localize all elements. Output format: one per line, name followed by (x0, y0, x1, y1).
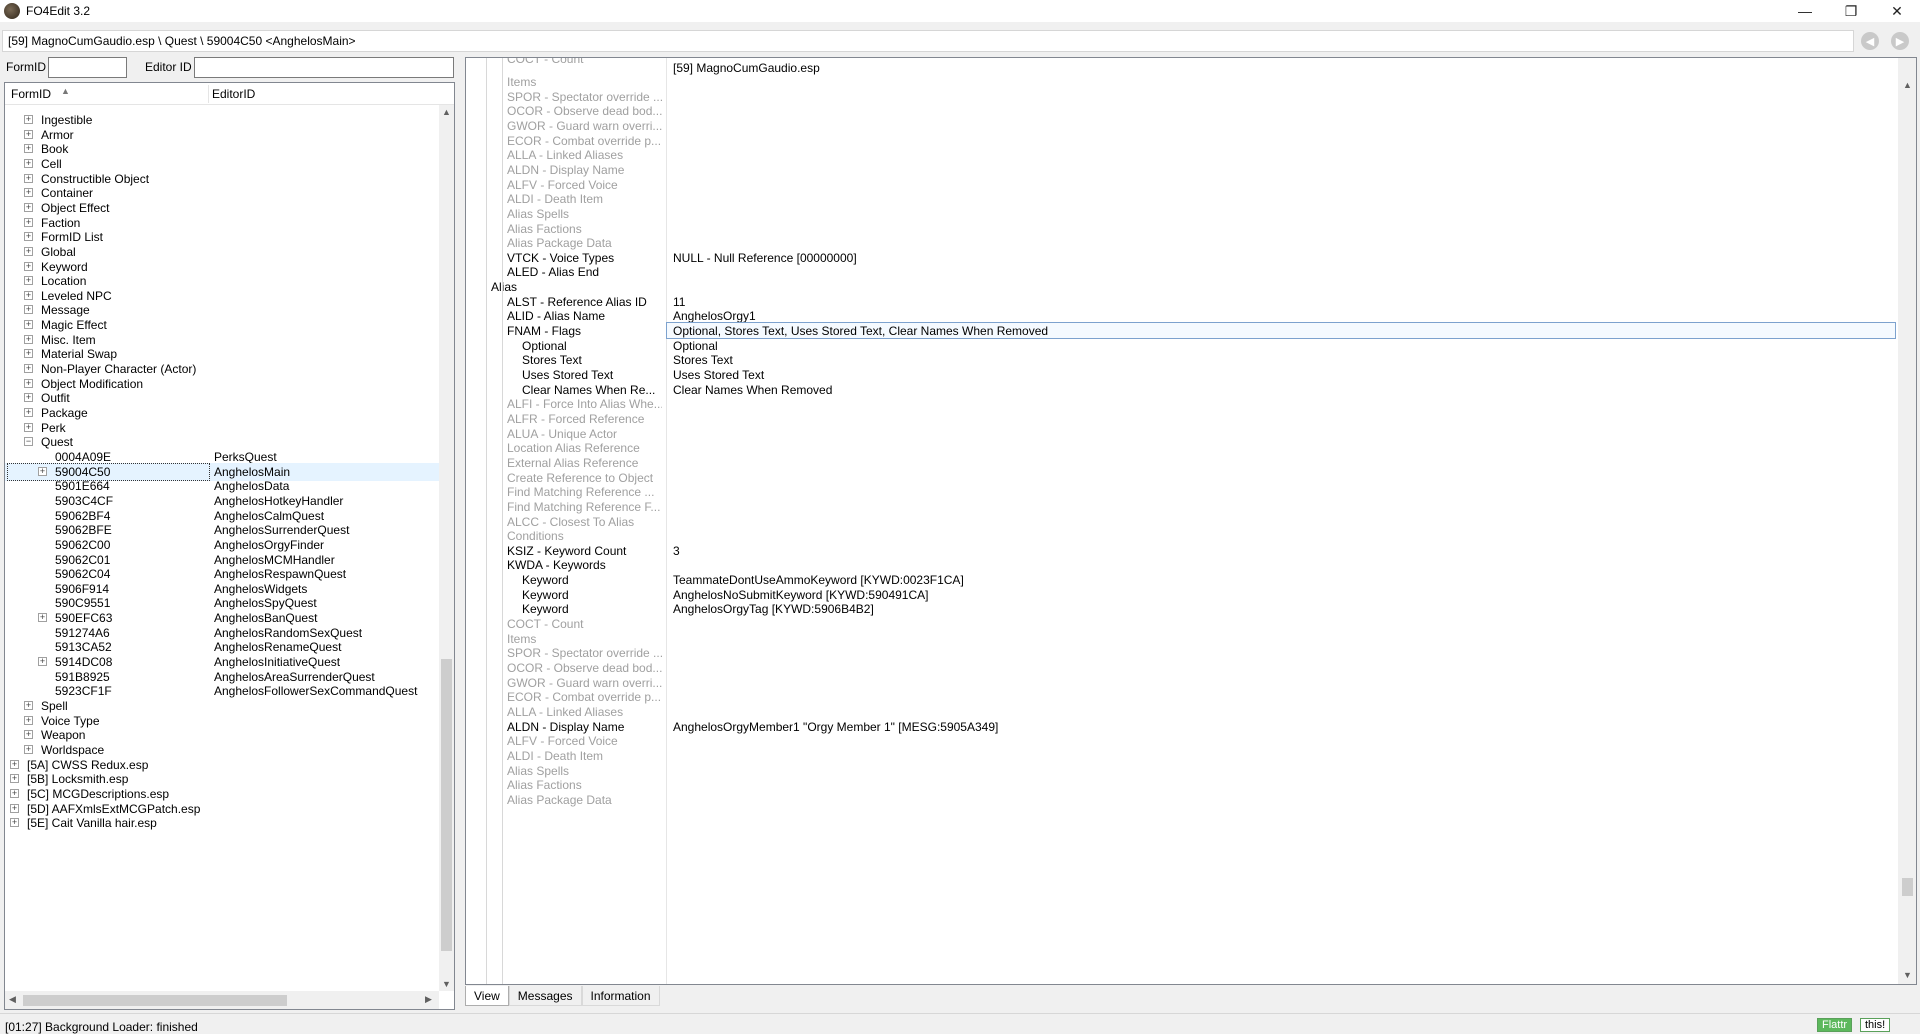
restore-icon[interactable]: ❐ (1828, 0, 1874, 22)
formid-filter-label: FormID (6, 60, 46, 74)
scroll-right-icon[interactable]: ▶ (425, 994, 432, 1005)
tree-row-partial: File Header (5, 105, 439, 110)
navigation-panel: FormID Editor ID FormID ▲ EditorID File … (0, 55, 456, 1013)
tree-hscroll-thumb[interactable] (23, 995, 287, 1006)
forward-arrow-icon[interactable]: ▶ (1891, 32, 1909, 50)
record-path[interactable]: [59] MagnoCumGaudio.esp \ Quest \ 59004C… (2, 30, 1854, 52)
expand-icon[interactable]: + (24, 305, 33, 315)
scroll-up-icon[interactable]: ▲ (442, 107, 451, 117)
tab-view[interactable]: View (465, 986, 509, 1006)
view-scroll-down-icon[interactable]: ▼ (1903, 970, 1912, 980)
expand-icon[interactable]: + (24, 701, 33, 710)
bottom-tabs: View Messages Information (465, 986, 660, 1008)
title-bar: FO4Edit 3.2 — ❐ ✕ (0, 0, 1920, 22)
field-label: Alias Package Data (507, 792, 612, 807)
expand-icon[interactable]: + (10, 759, 19, 769)
expand-icon[interactable]: + (24, 320, 33, 330)
tree-guide-line (502, 58, 503, 984)
record-view-panel: [59] MagnoCumGaudio.esp COCT - Count Items… (461, 55, 1920, 1013)
tree-vertical-scrollbar[interactable]: ▲ ▼ (439, 105, 454, 991)
expand-icon[interactable]: + (10, 788, 19, 798)
expand-icon[interactable]: + (24, 334, 33, 344)
expand-icon[interactable]: + (24, 144, 33, 154)
tab-information[interactable]: Information (581, 986, 660, 1006)
expand-icon[interactable]: + (24, 378, 33, 388)
window-title: FO4Edit 3.2 (26, 4, 91, 18)
tree-rows: File Header+Ingestible+Armor+Book+Cell+C… (5, 105, 439, 991)
status-text: [01:27] Background Loader: finished (5, 1020, 198, 1034)
sort-ascending-icon: ▲ (61, 86, 70, 96)
tree-plugin[interactable]: + [5E] Cait Vanilla hair.esp (5, 814, 439, 832)
expand-icon[interactable]: + (24, 730, 33, 740)
expand-icon[interactable]: + (24, 364, 33, 374)
tree-horizontal-scrollbar[interactable]: ◀ ▶ (5, 991, 439, 1009)
app-icon (4, 3, 20, 19)
record-view-rows: [59] MagnoCumGaudio.esp COCT - Count Items… (466, 58, 1898, 984)
tree-item-label: File Header (41, 105, 103, 108)
field-label: COCT - Count (507, 58, 584, 66)
editorid-filter-label: Editor ID (145, 60, 192, 74)
scroll-down-icon[interactable]: ▼ (442, 979, 451, 989)
expand-icon[interactable]: + (24, 276, 33, 286)
tree-scroll-thumb[interactable] (441, 659, 452, 951)
expand-icon[interactable]: + (24, 261, 33, 271)
scroll-left-icon[interactable]: ◀ (9, 994, 16, 1005)
tree-header: FormID ▲ EditorID (5, 83, 454, 105)
expand-icon[interactable]: + (24, 158, 33, 168)
expand-icon[interactable]: + (24, 349, 33, 359)
expand-icon[interactable]: + (24, 246, 33, 256)
record-tree: FormID ▲ EditorID File Header+Ingestible… (4, 82, 455, 1010)
view-row[interactable]: Alias Package Data (466, 791, 1898, 809)
editorid-filter-input[interactable] (194, 57, 454, 78)
formid-filter-input[interactable] (48, 57, 127, 78)
expand-icon[interactable]: + (24, 173, 33, 183)
view-vertical-scrollbar[interactable]: ▲ ▼ (1898, 58, 1916, 984)
expand-icon[interactable]: + (10, 774, 19, 784)
status-bar: [01:27] Background Loader: finished Flat… (0, 1013, 1920, 1034)
minimize-icon[interactable]: — (1782, 0, 1828, 22)
view-scroll-up-icon[interactable]: ▲ (1903, 80, 1912, 90)
expand-icon[interactable]: + (24, 232, 33, 242)
close-icon[interactable]: ✕ (1874, 0, 1920, 22)
flattr-button[interactable]: Flattr (1817, 1018, 1853, 1032)
expand-icon[interactable]: + (38, 657, 47, 667)
record-view: [59] MagnoCumGaudio.esp COCT - Count Items… (465, 57, 1917, 985)
expand-icon[interactable]: + (24, 408, 33, 417)
collapse-icon[interactable]: − (24, 437, 33, 447)
tree-item-label: [5E] Cait Vanilla hair.esp (27, 816, 157, 831)
expand-icon[interactable]: + (24, 393, 33, 403)
filter-row: FormID Editor ID (0, 55, 456, 79)
expand-icon[interactable]: + (24, 202, 33, 212)
expand-icon[interactable]: + (24, 744, 33, 754)
expand-icon[interactable]: + (24, 115, 33, 124)
editorid-column-header[interactable]: EditorID (212, 87, 255, 101)
expand-icon[interactable]: + (24, 129, 33, 139)
expand-icon[interactable]: + (24, 188, 33, 198)
record-path-bar: [59] MagnoCumGaudio.esp \ Quest \ 59004C… (0, 30, 1920, 52)
expand-icon[interactable]: + (38, 613, 47, 623)
expand-icon[interactable]: + (24, 217, 33, 227)
formid-column-header[interactable]: FormID (11, 87, 51, 101)
expand-icon[interactable]: + (24, 422, 33, 432)
tree-guide-line (486, 58, 487, 984)
expand-icon[interactable]: + (24, 715, 33, 725)
expand-icon[interactable]: + (10, 803, 19, 813)
tab-messages[interactable]: Messages (508, 986, 582, 1006)
back-arrow-icon[interactable]: ◀ (1861, 32, 1879, 50)
expand-icon[interactable]: + (24, 290, 33, 300)
view-scroll-thumb[interactable] (1902, 878, 1913, 896)
expand-icon[interactable]: + (38, 466, 47, 476)
expand-icon[interactable]: + (10, 818, 19, 828)
flattr-this-button[interactable]: this! (1860, 1018, 1891, 1032)
